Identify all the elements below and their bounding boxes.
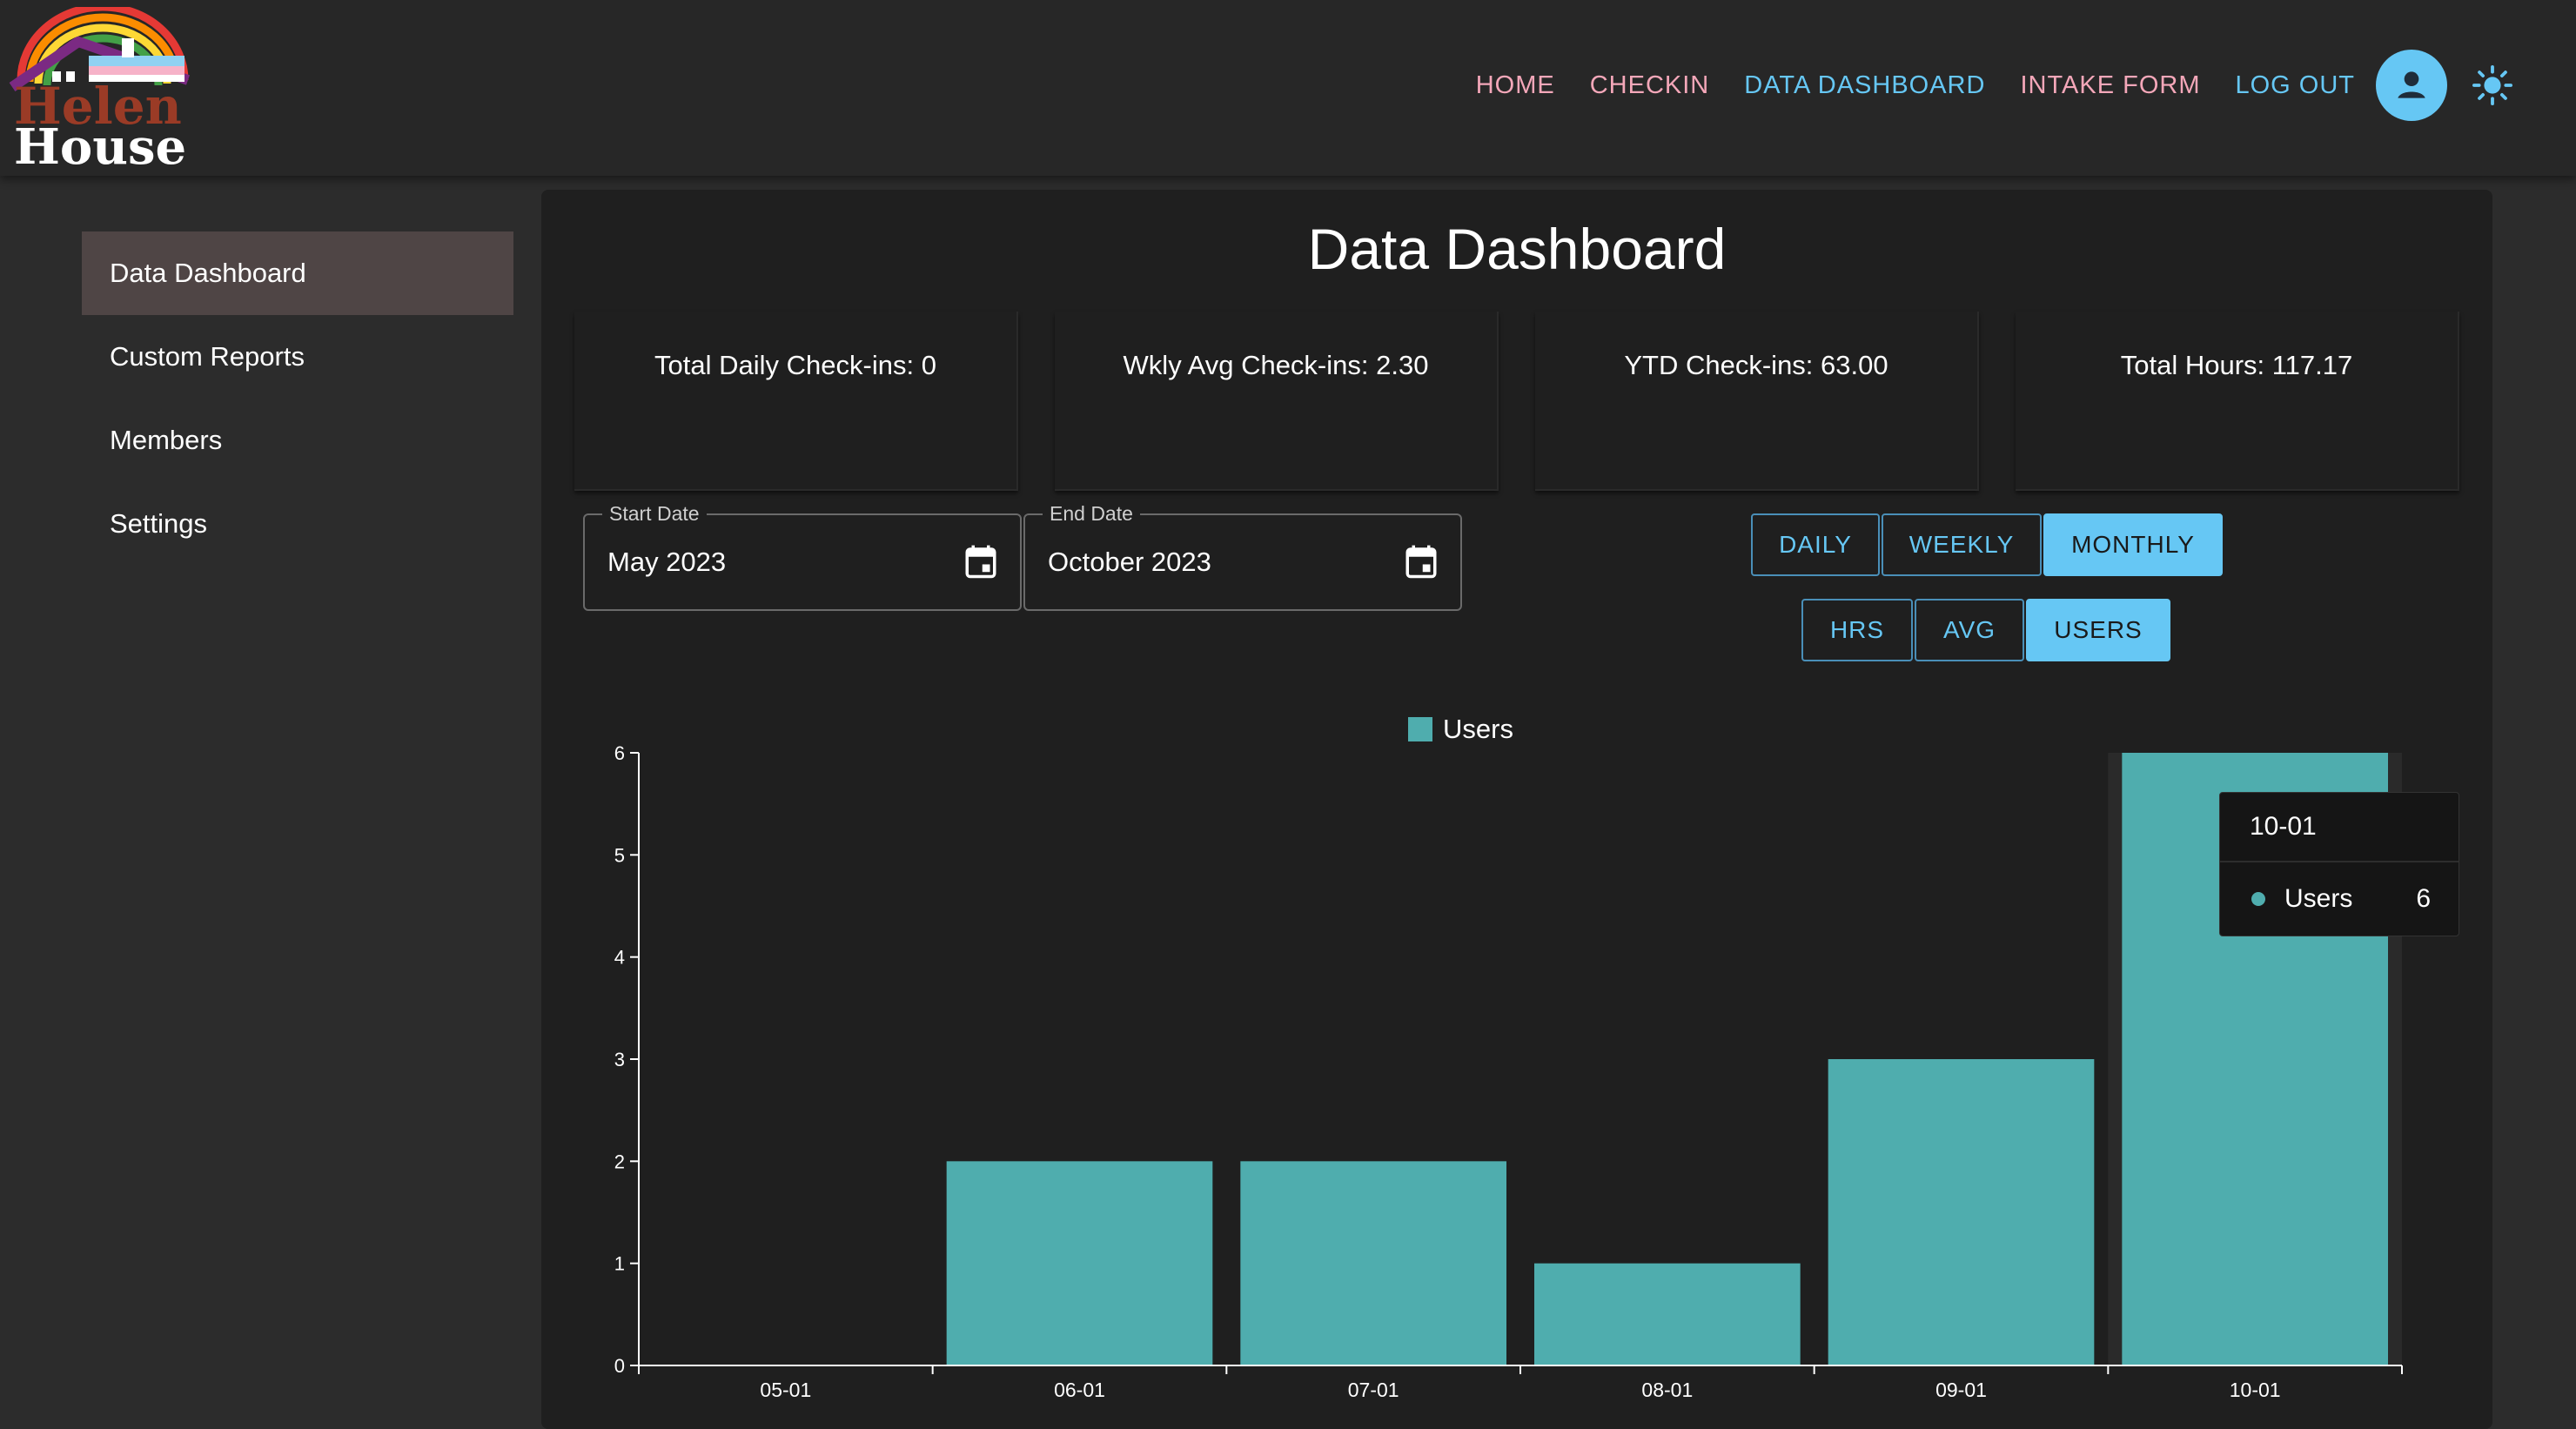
sidebar-item-data-dashboard[interactable]: Data Dashboard: [82, 231, 513, 315]
x-tick-label: 09-01: [1935, 1379, 1987, 1401]
users-bar-chart: Users 0 1 2 3 4 5 6 05-01 06-01 07-01 08-01 09-01 10…: [614, 714, 2403, 1401]
nav-home[interactable]: HOME: [1476, 71, 1555, 100]
nav-checkin[interactable]: CHECKIN: [1590, 71, 1710, 100]
helen-house-logo[interactable]: Helen House: [9, 3, 197, 176]
chart-bar: [1534, 1263, 1801, 1365]
y-tick-label: 2: [614, 1151, 625, 1172]
x-tick-label: 10-01: [2230, 1379, 2281, 1401]
chart-bar: [946, 1161, 1213, 1365]
nav-log-out[interactable]: LOG OUT: [2235, 71, 2355, 100]
nav-data-dashboard[interactable]: DATA DASHBOARD: [1744, 71, 1985, 100]
tooltip-series-value: 6: [2416, 884, 2431, 913]
sidebar-item-settings[interactable]: Settings: [82, 482, 513, 566]
y-tick-label: 3: [614, 1049, 625, 1070]
y-tick-label: 0: [614, 1355, 625, 1377]
x-tick-label: 07-01: [1348, 1379, 1399, 1401]
app-header: Helen House HOME CHECKIN DATA DASHBOARD …: [0, 0, 2576, 176]
y-tick-label: 6: [614, 742, 625, 764]
user-avatar-icon[interactable]: [2376, 50, 2447, 121]
tooltip-title: 10-01: [2220, 793, 2459, 862]
chart-tooltip: 10-01 Users 6: [2219, 792, 2459, 936]
y-tick-label: 5: [614, 844, 625, 866]
sidebar: Data Dashboard Custom Reports Members Se…: [82, 231, 513, 566]
x-tick-label: 06-01: [1054, 1379, 1105, 1401]
dashboard-panel: Data Dashboard Total Daily Check-ins: 0 …: [541, 190, 2492, 1429]
tooltip-row: Users 6: [2220, 862, 2459, 936]
chart-bar: [1828, 1059, 2095, 1365]
y-tick-label: 4: [614, 947, 625, 969]
theme-toggle-sun-icon[interactable]: [2470, 63, 2515, 108]
logo-text-house: House: [14, 118, 186, 169]
top-nav: HOME CHECKIN DATA DASHBOARD INTAKE FORM …: [1441, 47, 2515, 124]
legend-swatch: [1408, 717, 1432, 741]
sidebar-item-members[interactable]: Members: [82, 399, 513, 482]
nav-intake-form[interactable]: INTAKE FORM: [2020, 71, 2200, 100]
chart-bar: [1240, 1161, 1506, 1365]
tooltip-series-name: Users: [2284, 884, 2353, 913]
sidebar-item-custom-reports[interactable]: Custom Reports: [82, 315, 513, 399]
x-tick-label: 05-01: [760, 1379, 811, 1401]
legend-label: Users: [1443, 714, 1513, 744]
y-tick-label: 1: [614, 1253, 625, 1275]
x-tick-label: 08-01: [1641, 1379, 1693, 1401]
tooltip-series-dot: [2251, 892, 2265, 906]
